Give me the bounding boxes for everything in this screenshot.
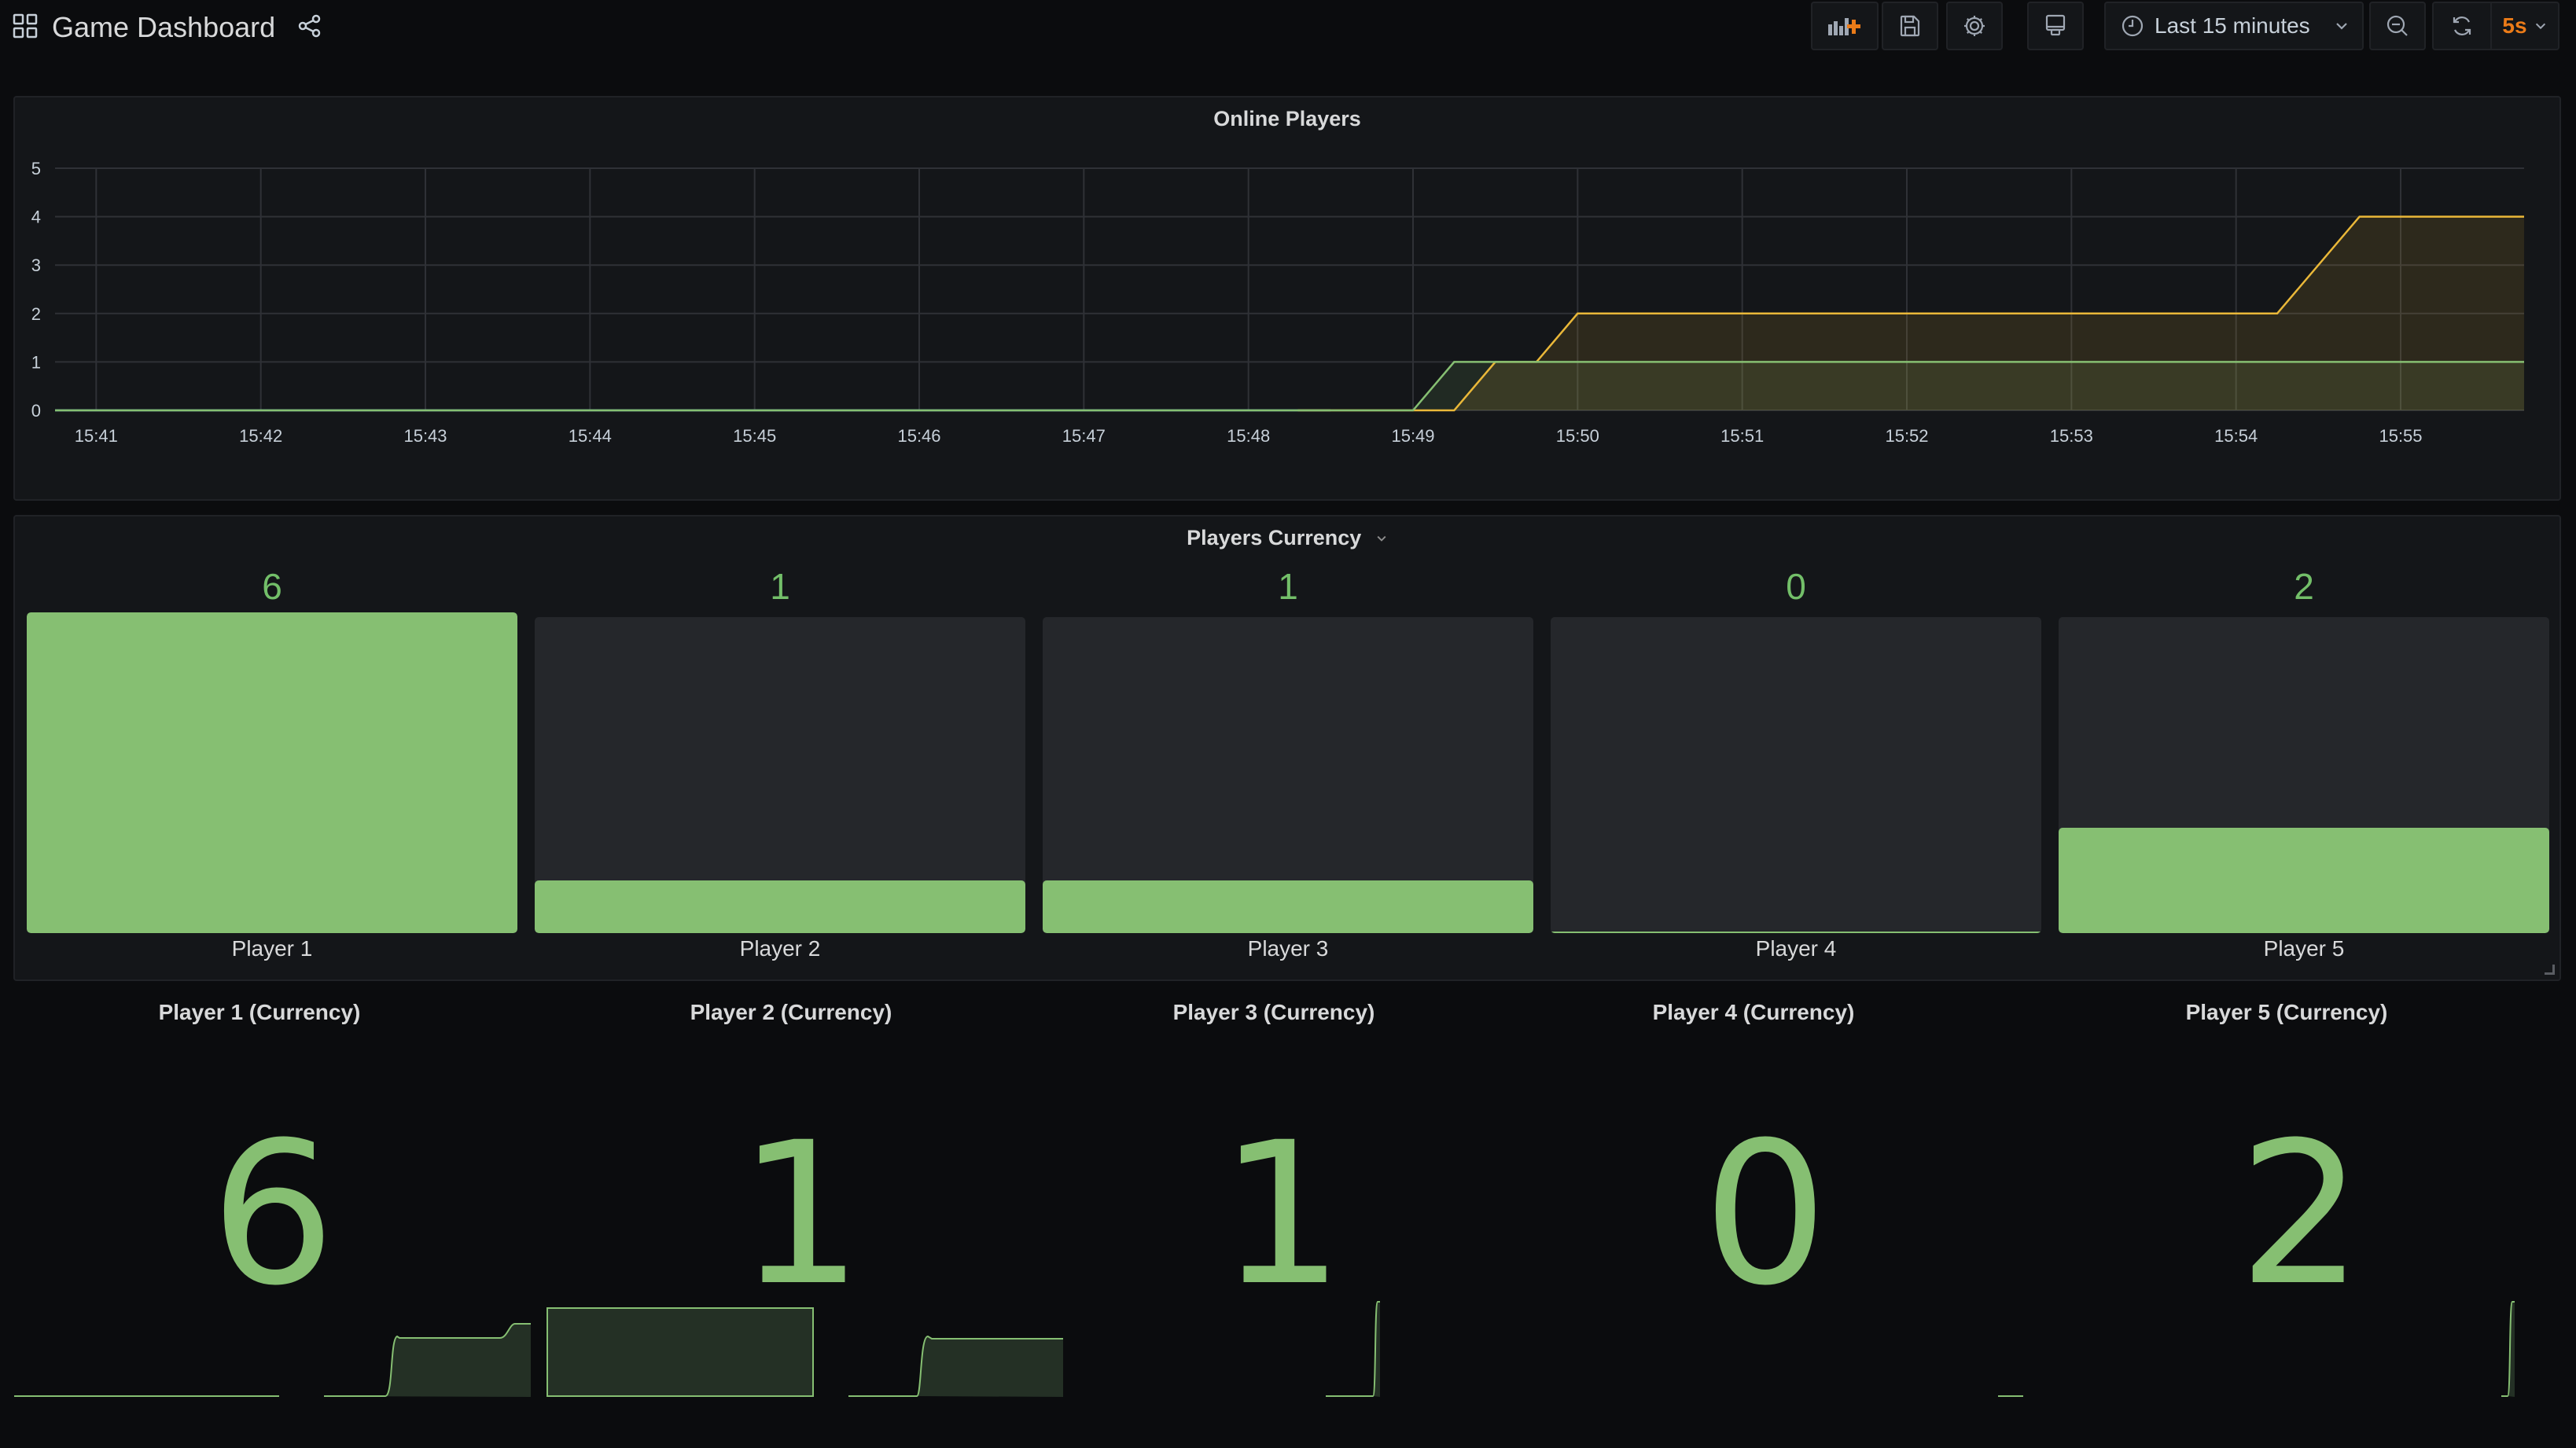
- stat-value: 1: [1219, 1100, 1345, 1329]
- stat-value: 1: [738, 1100, 863, 1329]
- stat-panel-title[interactable]: Player 1 (Currency): [8, 1000, 511, 1025]
- stat-value: 0: [1702, 1100, 1828, 1329]
- sparkline-fill: [917, 1336, 1063, 1397]
- stat-value: 2: [2238, 1100, 2364, 1329]
- stat-panel-title[interactable]: Player 5 (Currency): [2035, 1000, 2538, 1025]
- stat-value: 6: [210, 1100, 336, 1329]
- stat-panel-title[interactable]: Player 4 (Currency): [1502, 1000, 2005, 1025]
- sparkline-fill: [324, 1324, 531, 1397]
- stat-panel-title[interactable]: Player 2 (Currency): [539, 1000, 1043, 1025]
- stat-panel-title[interactable]: Player 3 (Currency): [1022, 1000, 1525, 1025]
